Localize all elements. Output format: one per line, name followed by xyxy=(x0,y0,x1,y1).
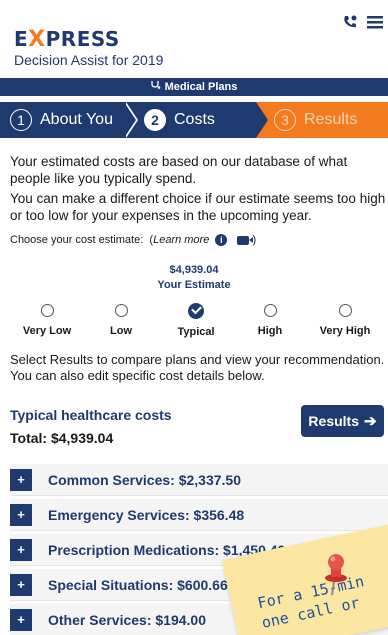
option-label: High xyxy=(257,325,283,337)
plus-icon[interactable]: + xyxy=(10,503,32,526)
step-label: Results xyxy=(304,111,358,128)
plus-icon[interactable]: + xyxy=(10,468,32,491)
option-high[interactable]: High xyxy=(230,300,310,337)
step-number: 2 xyxy=(144,109,166,131)
option-very-low[interactable]: Very Low xyxy=(7,300,87,337)
info-icon[interactable]: i xyxy=(215,234,228,247)
radio-button[interactable] xyxy=(263,304,277,317)
option-label: Low xyxy=(110,325,132,337)
estimate-amount: $4,939.04 xyxy=(169,264,219,276)
phone-icon[interactable] xyxy=(342,14,358,35)
app-subtitle: Decision Assist for 2019 xyxy=(14,52,164,68)
step-number: 3 xyxy=(274,109,296,131)
option-label: Very Low xyxy=(22,325,72,337)
option-very-high[interactable]: Very High xyxy=(305,300,385,337)
healthcare-costs-total: Total: $4,939.04 xyxy=(10,430,114,446)
section-label: Special Situations: $600.66 xyxy=(48,576,228,593)
step-number: 1 xyxy=(10,109,32,131)
plus-icon[interactable]: + xyxy=(10,608,32,631)
section-label: Common Services: $2,337.50 xyxy=(48,471,241,488)
estimate-label: Your Estimate xyxy=(157,279,231,291)
step-costs[interactable]: 2 Costs xyxy=(130,102,260,138)
option-typical[interactable]: Typical xyxy=(156,300,236,338)
results-note: Select Results to compare plans and view… xyxy=(10,352,385,383)
app-header: EXPRESS Decision Assist for 2019 xyxy=(0,0,388,78)
arrow-right-icon: ➔ xyxy=(364,413,377,430)
step-about-you[interactable]: 1 About You xyxy=(0,102,130,138)
progress-steps: 1 About You 2 Costs 3 Results xyxy=(0,102,388,138)
radio-button[interactable] xyxy=(40,304,54,317)
plus-icon[interactable]: + xyxy=(10,538,32,561)
plus-icon[interactable]: + xyxy=(10,573,32,596)
results-button-label: Results xyxy=(308,413,359,429)
results-button[interactable]: Results ➔ xyxy=(301,405,384,437)
step-results[interactable]: 3 Results xyxy=(256,102,388,138)
section-emergency-services[interactable]: + Emergency Services: $356.48 xyxy=(10,499,388,531)
intro-text-2: You can make a different choice if our e… xyxy=(10,191,386,223)
sticky-note-text: For a 15-min one call or xyxy=(255,572,366,632)
intro-text: Your estimated costs are based on our da… xyxy=(10,154,348,186)
pushpin-icon xyxy=(325,554,347,596)
option-label: Typical xyxy=(177,326,215,338)
section-label: Emergency Services: $356.48 xyxy=(48,506,245,523)
option-low[interactable]: Low xyxy=(81,300,161,337)
radio-button[interactable] xyxy=(114,304,128,317)
express-logo: EXPRESS xyxy=(14,27,120,52)
section-common-services[interactable]: + Common Services: $2,337.50 xyxy=(10,464,388,496)
step-label: Costs xyxy=(174,111,215,128)
medical-plans-label: Medical Plans xyxy=(164,81,238,93)
healthcare-costs-title: Typical healthcare costs xyxy=(10,407,172,423)
cost-estimate-scale: Very Low Low Typical High Very High xyxy=(0,300,388,344)
medical-plans-bar: Medical Plans xyxy=(0,78,388,96)
stethoscope-icon xyxy=(150,78,161,96)
choose-estimate-label: Choose your cost estimate: (Learn more i… xyxy=(10,234,257,247)
step-label: About You xyxy=(40,111,113,128)
radio-button[interactable] xyxy=(338,304,352,317)
step-divider xyxy=(256,102,268,138)
video-icon[interactable] xyxy=(237,235,254,245)
menu-icon[interactable] xyxy=(366,14,384,35)
learn-more-link[interactable]: Learn more xyxy=(153,234,209,246)
option-label: Very High xyxy=(319,325,371,337)
check-icon[interactable] xyxy=(188,303,204,319)
step-divider xyxy=(124,102,136,138)
section-label: Other Services: $194.00 xyxy=(48,611,206,628)
